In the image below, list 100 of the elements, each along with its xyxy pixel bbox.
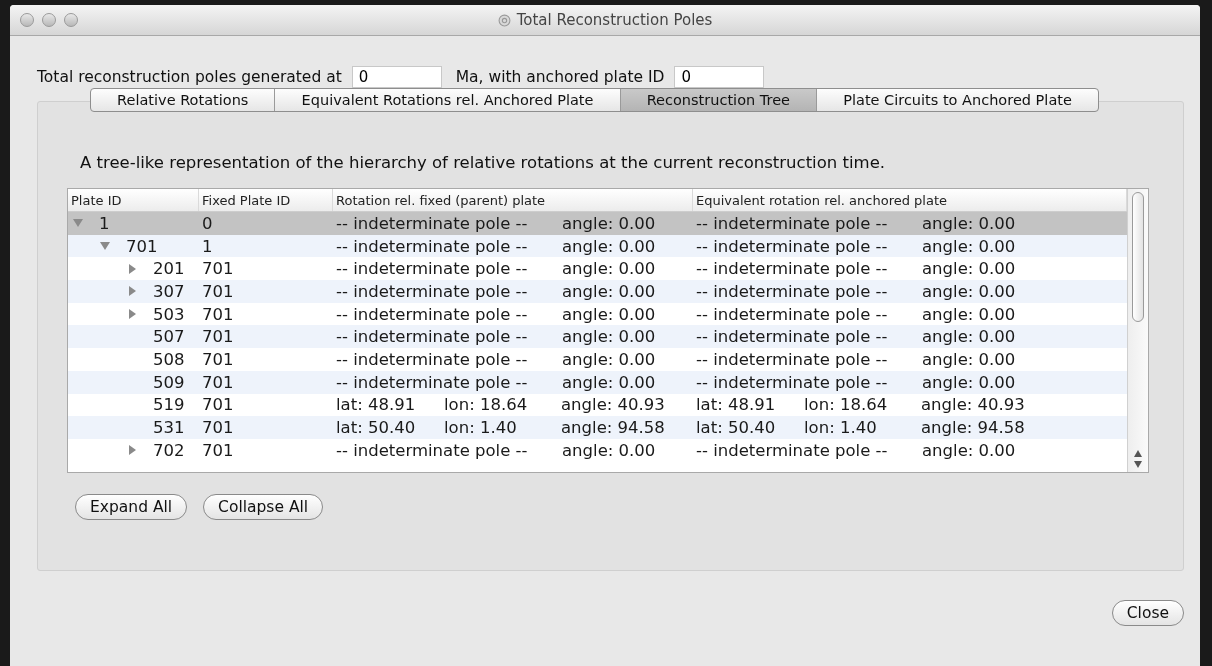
collapsed-triangle-icon[interactable] (127, 286, 137, 297)
fixed-plate-id-cell: 1 (202, 236, 213, 256)
fixed-plate-id-cell: 701 (202, 304, 234, 324)
angle-text: angle: 0.00 (922, 259, 1016, 279)
pole-text: -- indeterminate pole -- (696, 327, 888, 347)
tree-row[interactable]: 307 701 -- indeterminate pole -- angle: 0.00 -- indeterminate pole -- angle: 0.00 (68, 280, 1127, 303)
fixed-plate-id-cell: 701 (202, 395, 234, 415)
pole-text: -- indeterminate pole -- (336, 440, 528, 460)
description-text: A tree-like representation of the hierarchy of relative rotations at the current reconstruction time. (80, 154, 887, 172)
plate-id-cell-text: 201 (152, 259, 185, 279)
tab[interactable]: Equivalent Rotations rel. Anchored Plate (275, 89, 621, 111)
angle-text: angle: 0.00 (922, 236, 1016, 256)
plate-id-cell-text: 508 (152, 349, 185, 369)
tree-button[interactable]: Collapse All (203, 494, 324, 520)
minimize-window-icon[interactable] (42, 13, 56, 27)
scroll-thumb[interactable] (1132, 192, 1144, 322)
angle-text: angle: 0.00 (562, 304, 656, 324)
fixed-plate-id-cell: 701 (202, 418, 234, 438)
pole-text: -- indeterminate pole -- (336, 236, 528, 256)
plate-id-cell-text: 1 (98, 213, 110, 233)
tree-row[interactable]: 507 701 -- indeterminate pole -- angle: 0.00 -- indeterminate pole -- angle: 0.00 (68, 325, 1127, 349)
pole-text: -- indeterminate pole -- (696, 304, 888, 324)
longitude-text: lon: 1.40 (444, 418, 517, 438)
pole-text: -- indeterminate pole -- (336, 327, 528, 347)
angle-text: angle: 0.00 (922, 349, 1016, 369)
plate-id-cell-text: 519 (152, 395, 185, 415)
latitude-text: lat: 48.91 (336, 395, 416, 415)
column-header[interactable]: Fixed Plate ID (199, 189, 333, 211)
angle-text: angle: 40.93 (921, 395, 1025, 415)
tree-row[interactable]: 702 701 -- indeterminate pole -- angle: 0.00 -- indeterminate pole -- angle: 0.00 (68, 438, 1127, 462)
tree-row[interactable]: 508 701 -- indeterminate pole -- angle: 0.00 -- indeterminate pole -- angle: 0.00 (68, 348, 1127, 371)
plate-id-cell-text: 507 (152, 327, 185, 347)
angle-text: angle: 0.00 (922, 372, 1016, 392)
fixed-plate-id-cell: 701 (202, 440, 234, 460)
tab[interactable]: Reconstruction Tree (620, 89, 818, 111)
column-header[interactable]: Plate ID (68, 189, 199, 211)
zoom-window-icon[interactable] (64, 13, 78, 27)
angle-text: angle: 0.00 (922, 327, 1016, 347)
angle-text: angle: 94.58 (921, 418, 1025, 438)
tree-row[interactable]: 509 701 -- indeterminate pole -- angle: 0.00 -- indeterminate pole -- angle: 0.00 (68, 370, 1127, 394)
column-header[interactable]: Rotation rel. fixed (parent) plate (333, 189, 693, 211)
angle-text: angle: 0.00 (562, 213, 656, 233)
plate-id-cell-text: 702 (152, 440, 185, 460)
app-icon (497, 13, 511, 27)
angle-text: angle: 0.00 (562, 236, 656, 256)
plate-id-cell-text: 509 (152, 372, 185, 392)
tree-row[interactable]: 201 701 -- indeterminate pole -- angle: 0.00 -- indeterminate pole -- angle: 0.00 (68, 257, 1127, 281)
close-window-icon[interactable] (20, 13, 34, 27)
pole-text: -- indeterminate pole -- (336, 304, 528, 324)
collapsed-triangle-icon[interactable] (127, 309, 137, 320)
angle-text: angle: 0.00 (562, 349, 656, 369)
expanded-triangle-icon[interactable] (100, 241, 110, 252)
angle-text: angle: 40.93 (561, 395, 665, 415)
tree-row[interactable]: 531 701 lat: 50.40 lon: 1.40 angle: 94.58 lat: 50.40 lon: 1.40 angle: 94.58 (68, 416, 1127, 439)
plate-id-cell-text: 503 (152, 304, 185, 324)
pole-text: -- indeterminate pole -- (696, 440, 888, 460)
latitude-text: lat: 48.91 (696, 395, 776, 415)
plate-id-cell-text: 531 (152, 418, 185, 438)
angle-text: angle: 0.00 (562, 440, 656, 460)
scroll-down-icon[interactable] (1134, 461, 1142, 468)
expanded-triangle-icon[interactable] (73, 218, 83, 229)
tree-row[interactable]: 1 0 -- indeterminate pole -- angle: 0.00 -- indeterminate pole -- angle: 0.00 (68, 212, 1127, 235)
fixed-plate-id-cell: 701 (202, 281, 234, 301)
angle-text: angle: 0.00 (562, 372, 656, 392)
time-label: Total reconstruction poles generated at (37, 68, 342, 86)
plate-id-field[interactable]: 0 (674, 66, 765, 88)
tab[interactable]: Relative Rotations (91, 89, 276, 111)
pole-text: -- indeterminate pole -- (696, 236, 888, 256)
angle-text: angle: 0.00 (922, 304, 1016, 324)
fixed-plate-id-cell: 701 (202, 349, 234, 369)
pole-text: -- indeterminate pole -- (336, 259, 528, 279)
tab[interactable]: Plate Circuits to Anchored Plate (817, 89, 1098, 111)
pole-text: -- indeterminate pole -- (336, 213, 528, 233)
fixed-plate-id-cell: 0 (202, 213, 213, 233)
scroll-up-icon[interactable] (1134, 450, 1142, 457)
vertical-scrollbar[interactable] (1127, 189, 1148, 472)
tree-row[interactable]: 701 1 -- indeterminate pole -- angle: 0.00 -- indeterminate pole -- angle: 0.00 (68, 234, 1127, 258)
longitude-text: lon: 1.40 (804, 418, 877, 438)
close-button[interactable]: Close (1111, 600, 1184, 626)
tree-button[interactable]: Expand All (75, 494, 188, 520)
pole-text: -- indeterminate pole -- (336, 281, 528, 301)
time-field[interactable]: 0 (351, 66, 442, 88)
angle-text: angle: 0.00 (922, 440, 1016, 460)
angle-text: angle: 0.00 (562, 259, 656, 279)
angle-text: angle: 0.00 (562, 327, 656, 347)
angle-text: angle: 94.58 (561, 418, 665, 438)
angle-text: angle: 0.00 (922, 213, 1016, 233)
fixed-plate-id-cell: 701 (202, 259, 234, 279)
tree-row[interactable]: 503 701 -- indeterminate pole -- angle: 0.00 -- indeterminate pole -- angle: 0.00 (68, 302, 1127, 326)
plate-id-cell-text: 701 (125, 236, 158, 256)
pole-text: -- indeterminate pole -- (696, 349, 888, 369)
latitude-text: lat: 50.40 (336, 418, 416, 438)
pole-text: -- indeterminate pole -- (336, 349, 528, 369)
tree-row[interactable]: 519 701 lat: 48.91 lon: 18.64 angle: 40.93 lat: 48.91 lon: 18.64 angle: 40.93 (68, 393, 1127, 417)
fixed-plate-id-cell: 701 (202, 372, 234, 392)
pole-text: -- indeterminate pole -- (696, 372, 888, 392)
collapsed-triangle-icon[interactable] (127, 263, 137, 274)
collapsed-triangle-icon[interactable] (127, 445, 137, 456)
longitude-text: lon: 18.64 (804, 395, 888, 415)
pole-text: -- indeterminate pole -- (336, 372, 528, 392)
